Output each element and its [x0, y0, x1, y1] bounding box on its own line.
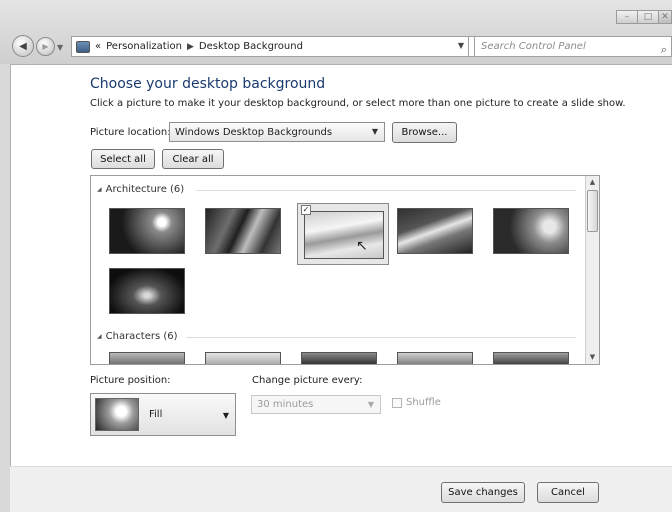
search-placeholder: Search Control Panel: [481, 41, 586, 52]
wallpaper-thumbnail[interactable]: [205, 208, 281, 254]
page-instructions: Click a picture to make it your desktop …: [90, 98, 626, 109]
cancel-button[interactable]: Cancel: [537, 482, 599, 503]
group-header-characters[interactable]: ◢ Characters (6): [97, 331, 178, 342]
checkbox-checked-icon[interactable]: ✓: [301, 205, 311, 215]
wallpaper-thumbnail[interactable]: [304, 211, 384, 259]
back-button[interactable]: ◀: [12, 35, 34, 57]
forward-button[interactable]: ▶: [36, 37, 55, 56]
wallpaper-thumbnail[interactable]: [301, 352, 377, 364]
wallpaper-thumbnail[interactable]: [493, 208, 569, 254]
picture-location-value: Windows Desktop Backgrounds: [175, 126, 333, 138]
group-divider: [186, 337, 576, 338]
wallpaper-thumbnail[interactable]: [397, 208, 473, 254]
group-divider: [196, 190, 576, 191]
chevron-down-icon: ▼: [367, 400, 374, 409]
address-dropdown-icon[interactable]: ▼: [458, 41, 464, 50]
breadcrumb-personalization[interactable]: Personalization: [106, 41, 182, 52]
breadcrumb-overflow[interactable]: «: [95, 41, 101, 52]
clear-all-button[interactable]: Clear all: [162, 149, 224, 169]
scroll-up-icon[interactable]: ▲: [586, 176, 599, 189]
vertical-scrollbar[interactable]: ▲ ▼: [585, 176, 599, 364]
arrow-left-icon: ◀: [19, 40, 27, 52]
address-bar[interactable]: « Personalization ▶ Desktop Background ▼: [71, 36, 469, 57]
group-header-architecture[interactable]: ◢ Architecture (6): [97, 184, 184, 195]
wallpaper-thumbnail[interactable]: [109, 352, 185, 364]
search-input[interactable]: Search Control Panel ⌕: [474, 36, 672, 57]
change-interval-value: 30 minutes: [257, 399, 314, 410]
arrow-right-icon: ▶: [42, 42, 49, 51]
navigation-bar: ◀ ▶ ▼ « Personalization ▶ Desktop Backgr…: [0, 30, 672, 62]
change-interval-dropdown[interactable]: 30 minutes ▼: [251, 395, 381, 414]
chevron-down-icon: ▼: [371, 127, 378, 136]
browse-button[interactable]: Browse...: [392, 122, 457, 143]
picture-location-dropdown[interactable]: Windows Desktop Backgrounds ▼: [169, 122, 385, 142]
group-label: Architecture (6): [105, 184, 185, 195]
caption-buttons: – □ ✕: [616, 10, 672, 24]
wallpaper-thumbnail[interactable]: [109, 208, 185, 254]
picture-list[interactable]: ◢ Architecture (6) ✓ ↖ ◢ Characters (6) …: [90, 175, 600, 365]
wallpaper-thumbnail[interactable]: [397, 352, 473, 364]
search-icon[interactable]: ⌕: [661, 40, 667, 59]
minimize-button[interactable]: –: [616, 10, 638, 24]
picture-position-value: Fill: [149, 409, 163, 420]
close-button[interactable]: ✕: [658, 10, 672, 24]
shuffle-checkbox[interactable]: [392, 398, 402, 408]
recent-pages-dropdown-icon[interactable]: ▼: [57, 43, 63, 52]
window-frame: – □ ✕ ◀ ▶ ▼ « Personalization ▶ Desktop …: [0, 0, 672, 512]
picture-position-dropdown[interactable]: Fill ▼: [90, 393, 236, 436]
page-title: Choose your desktop background: [90, 76, 326, 92]
collapse-triangle-icon: ◢: [97, 186, 102, 193]
picture-location-label: Picture location:: [90, 127, 171, 138]
maximize-button[interactable]: □: [637, 10, 659, 24]
collapse-triangle-icon: ◢: [97, 333, 102, 340]
shuffle-label: Shuffle: [406, 397, 441, 408]
change-picture-label: Change picture every:: [252, 375, 363, 386]
select-all-button[interactable]: Select all: [91, 149, 155, 169]
control-panel-icon: [76, 40, 90, 53]
wallpaper-thumbnail[interactable]: [493, 352, 569, 364]
mouse-cursor-icon: ↖: [356, 238, 368, 254]
save-changes-button[interactable]: Save changes: [441, 482, 525, 503]
chevron-down-icon: ▼: [222, 411, 229, 420]
breadcrumb-desktop-background[interactable]: Desktop Background: [199, 41, 303, 52]
position-preview-image: [95, 398, 139, 431]
wallpaper-thumbnail[interactable]: [109, 268, 185, 314]
scroll-down-icon[interactable]: ▼: [586, 351, 599, 364]
scrollbar-thumb[interactable]: [587, 190, 598, 232]
group-label: Characters (6): [105, 331, 178, 342]
wallpaper-thumbnail[interactable]: [205, 352, 281, 364]
picture-position-label: Picture position:: [90, 375, 171, 386]
breadcrumb-separator-icon[interactable]: ▶: [187, 42, 194, 52]
